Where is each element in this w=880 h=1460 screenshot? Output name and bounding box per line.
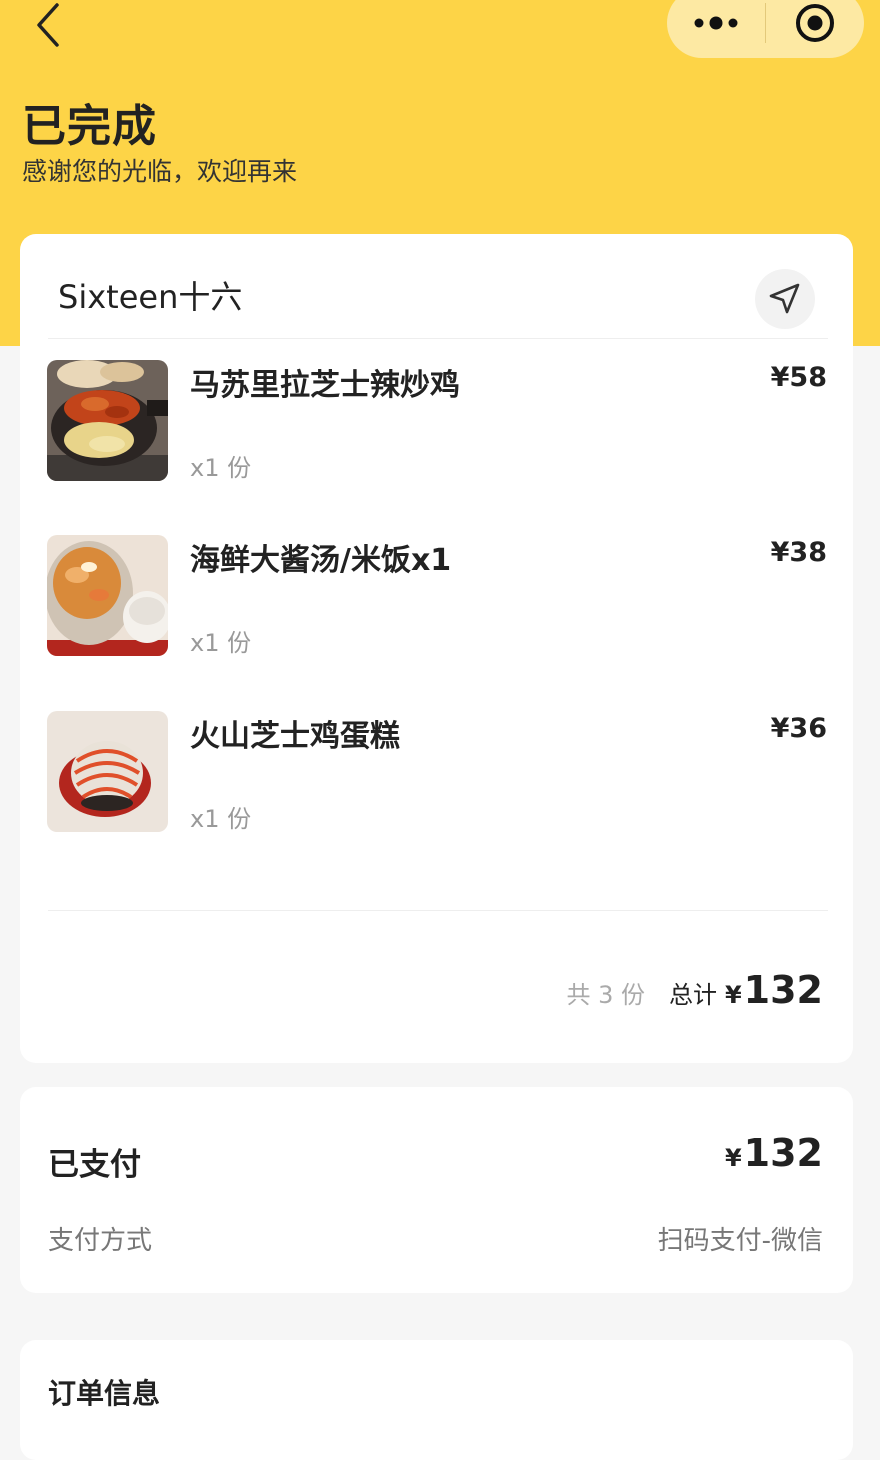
item-image xyxy=(47,535,168,656)
item-name: 海鲜大酱汤/米饭x1 xyxy=(190,543,452,578)
order-summary: 共 3 份 总计 ¥132 xyxy=(566,968,823,1012)
payment-method-label: 支付方式 xyxy=(48,1226,153,1256)
total-value: 132 xyxy=(743,968,823,1012)
order-item[interactable]: 海鲜大酱汤/米饭x1 x1 份 ¥38 xyxy=(47,535,827,657)
payment-status: 已支付 xyxy=(48,1147,141,1183)
chevron-left-icon xyxy=(37,3,59,47)
order-info-title: 订单信息 xyxy=(48,1377,161,1410)
currency-symbol: ¥ xyxy=(724,981,742,1009)
item-quantity: x1 份 xyxy=(190,629,252,657)
more-button[interactable] xyxy=(667,0,765,58)
more-dots-icon xyxy=(694,16,738,30)
divider xyxy=(48,910,828,911)
order-status-title: 已完成 xyxy=(22,101,157,152)
item-quantity: x1 份 xyxy=(190,805,252,833)
total-amount: ¥132 xyxy=(725,968,823,1012)
item-image xyxy=(47,711,168,832)
item-image xyxy=(47,360,168,481)
currency-symbol: ¥ xyxy=(724,1144,742,1172)
item-price: ¥58 xyxy=(770,362,827,393)
item-price: ¥38 xyxy=(770,537,827,568)
navigate-button[interactable] xyxy=(755,269,815,329)
close-button[interactable] xyxy=(766,0,864,58)
item-name: 马苏里拉芝士辣炒鸡 xyxy=(190,368,460,403)
item-count: 共 3 份 xyxy=(566,981,645,1009)
payment-amount-value: 132 xyxy=(743,1131,823,1175)
total-label: 总计 xyxy=(668,981,717,1009)
payment-method-value: 扫码支付-微信 xyxy=(657,1226,823,1256)
payment-card: 已支付 ¥132 支付方式 扫码支付-微信 xyxy=(20,1087,853,1293)
item-price: ¥36 xyxy=(770,713,827,744)
order-info-card: 订单信息 xyxy=(20,1340,853,1460)
divider xyxy=(48,338,828,339)
order-item[interactable]: 马苏里拉芝士辣炒鸡 x1 份 ¥58 xyxy=(47,360,827,482)
order-card: Sixteen十六 马苏里拉芝士辣炒鸡 x1 份 ¥58 海鲜大酱汤/米饭x1 … xyxy=(20,234,853,1063)
mini-program-capsule xyxy=(667,0,864,58)
order-status-subtitle: 感谢您的光临，欢迎再来 xyxy=(22,157,298,186)
target-circle-icon xyxy=(796,4,834,42)
item-quantity: x1 份 xyxy=(190,454,252,482)
navigation-arrow-icon xyxy=(769,283,800,314)
back-button[interactable] xyxy=(24,0,72,50)
order-item[interactable]: 火山芝士鸡蛋糕 x1 份 ¥36 xyxy=(47,711,827,833)
shop-name[interactable]: Sixteen十六 xyxy=(58,272,242,318)
item-name: 火山芝士鸡蛋糕 xyxy=(190,719,400,754)
payment-amount: ¥132 xyxy=(725,1131,823,1175)
